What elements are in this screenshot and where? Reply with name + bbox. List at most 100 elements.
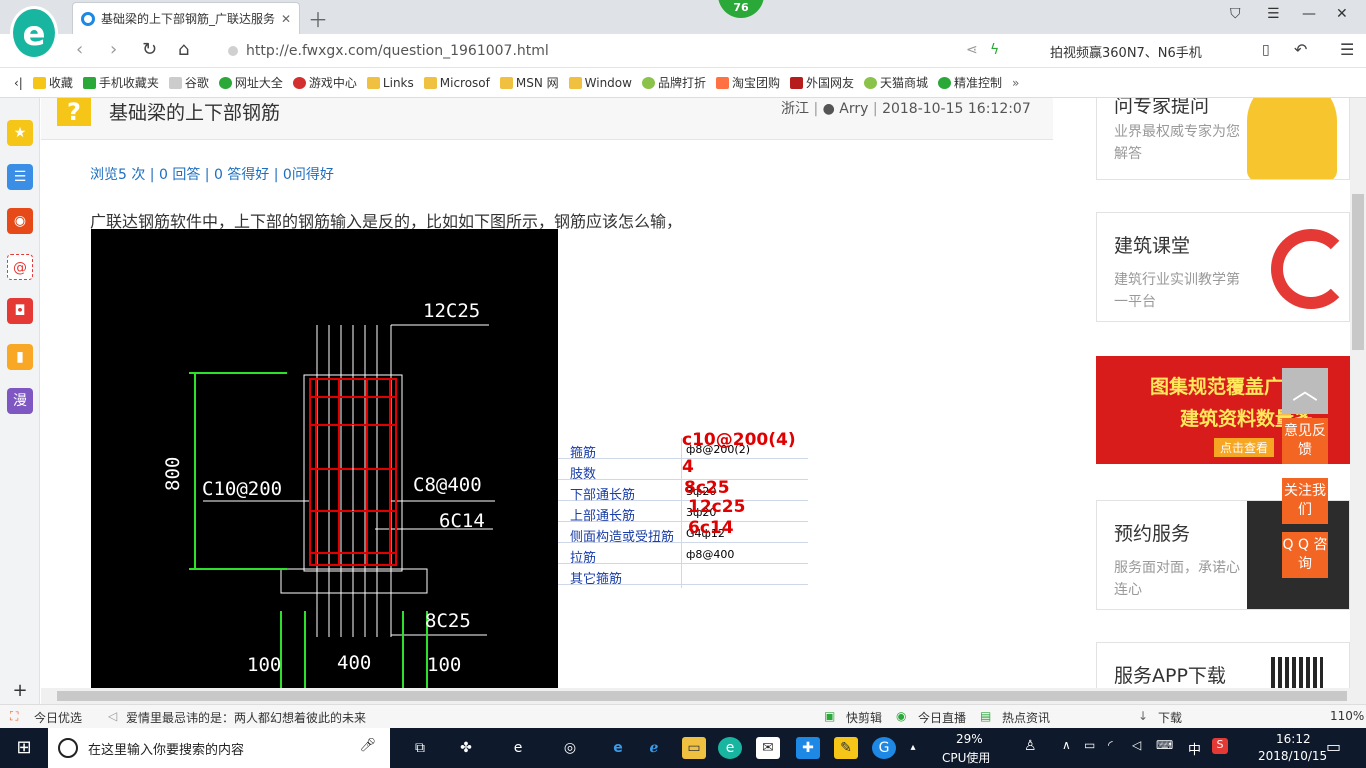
question-stats: 浏览5 次 | 0 回答 | 0 答得好 | 0问得好 xyxy=(90,167,334,183)
zoom-level[interactable]: 110% xyxy=(1330,709,1364,723)
downloads[interactable]: 下载 xyxy=(1158,709,1182,726)
plus-app-icon[interactable]: ✚ xyxy=(796,737,820,759)
edge-icon[interactable]: e xyxy=(606,737,630,759)
card-construction-class[interactable]: 建筑课堂 建筑行业实训教学第一平台 xyxy=(1096,212,1350,322)
badge-count[interactable]: 76 xyxy=(718,0,764,18)
back-to-top-icon[interactable]: ︿ xyxy=(1282,368,1328,414)
windows-taskbar: ⊞ 在这里输入你要搜索的内容 🎤︎ ⧉ ✤ e ◎ e ℯ ▭ e ✉ ✚ ✎ … xyxy=(0,728,1366,768)
browser-taskbar-icon[interactable]: e xyxy=(718,737,742,759)
qq-button[interactable]: Q Q 咨询 xyxy=(1282,532,1328,578)
hot-news[interactable]: 热点资讯 xyxy=(1002,709,1050,726)
card-ask-expert[interactable]: 问专家提问 业界最权威专家为您解答 xyxy=(1096,98,1350,180)
bookmark-item[interactable]: 收藏 xyxy=(32,74,73,91)
download-icon: ↓ xyxy=(1138,709,1149,723)
favorites-star-icon[interactable]: ★ xyxy=(7,120,33,146)
keyboard-icon[interactable]: ⌨ xyxy=(1156,738,1173,752)
table-row: 肢数 4 xyxy=(558,457,808,482)
bookmark-item[interactable]: 品牌打折 xyxy=(641,74,706,91)
cpu-label: CPU使用 xyxy=(942,751,991,765)
close-tab-icon[interactable]: ✕ xyxy=(281,12,291,26)
mail-icon[interactable]: @ xyxy=(7,254,33,280)
status-bar: ⛶ 今日优选 ◁ 爱情里最忌讳的是：两人都幻想着彼此的未来 ▣ 快剪辑 ◉ 今日… xyxy=(0,704,1366,728)
vertical-scroll-thumb[interactable] xyxy=(1352,194,1364,350)
minimize-icon[interactable]: — xyxy=(1302,6,1316,22)
taskbar-scroll-icon[interactable]: ▴ xyxy=(906,737,920,759)
url-input[interactable]: http://e.fwxgx.com/question_1961007.html xyxy=(222,40,1002,62)
bookmark-item[interactable]: 游戏中心 xyxy=(292,74,357,91)
tray-up-icon[interactable]: ∧ xyxy=(1062,738,1071,752)
card-app-download[interactable]: 服务APP下载 xyxy=(1096,642,1350,688)
add-icon[interactable]: + xyxy=(7,678,33,704)
bookmark-item[interactable]: 淘宝团购 xyxy=(715,74,780,91)
ie-icon[interactable]: ℯ xyxy=(642,737,666,759)
forward-icon[interactable]: › xyxy=(110,39,117,60)
refresh-icon[interactable]: ↻ xyxy=(142,39,157,60)
chrome-like-icon[interactable]: ◎ xyxy=(558,737,582,759)
gamepad-icon[interactable]: ◘ xyxy=(7,298,33,324)
quick-edit[interactable]: 快剪辑 xyxy=(846,709,882,726)
promo-button[interactable]: 点击查看 xyxy=(1214,438,1275,457)
taskbar-search-input[interactable]: 在这里输入你要搜索的内容 🎤︎ xyxy=(48,728,390,768)
windows-start-icon[interactable]: ⊞ xyxy=(12,737,36,759)
undo-icon[interactable]: ↶ xyxy=(1294,40,1307,59)
news-icon[interactable]: ☰ xyxy=(7,164,33,190)
collapse-icon[interactable]: ‹| xyxy=(14,76,23,90)
horizontal-scrollbar[interactable] xyxy=(41,688,1366,704)
bookmark-item[interactable]: 精准控制 xyxy=(938,74,1002,91)
microphone-icon[interactable]: 🎤︎ xyxy=(359,738,376,753)
more-bookmarks-icon[interactable]: » xyxy=(1012,76,1019,90)
new-tab-icon[interactable]: ＋ xyxy=(308,4,328,33)
bookmark-item[interactable]: Window xyxy=(568,76,632,90)
follow-button[interactable]: 关注我们 xyxy=(1282,478,1328,524)
bookmark-item[interactable]: 外国网友 xyxy=(790,74,854,91)
pinwheel-icon[interactable]: ✤ xyxy=(454,737,478,759)
clock-time[interactable]: 16:12 xyxy=(1276,732,1311,746)
more-icon[interactable]: ☰ xyxy=(1340,40,1354,59)
news-icon: ◁ xyxy=(108,709,118,723)
page-icon xyxy=(168,76,182,89)
feedback-button[interactable]: 意见反馈 xyxy=(1282,418,1328,464)
author[interactable]: Arry xyxy=(839,101,868,117)
label-top-bars: 12C25 xyxy=(423,300,480,322)
menu-icon[interactable]: ☰ xyxy=(1267,6,1280,22)
ime-indicator[interactable]: 中 xyxy=(1188,739,1201,758)
volume-icon[interactable]: ◁ xyxy=(1132,738,1141,752)
bookmark-item[interactable]: 谷歌 xyxy=(168,74,209,91)
lightning-icon[interactable]: ϟ xyxy=(990,42,999,58)
taobao-icon xyxy=(715,76,729,89)
phone-icon[interactable]: ▯ xyxy=(1262,42,1270,58)
bookmark-item[interactable]: MSN 网 xyxy=(499,74,559,91)
g-app-icon[interactable]: G xyxy=(872,737,896,759)
search-input[interactable]: 拍视频赢360N7、N6手机 xyxy=(1050,42,1202,61)
back-icon[interactable]: ‹ xyxy=(76,39,83,60)
bookmark-item[interactable]: Microsof xyxy=(423,76,490,90)
vertical-scrollbar[interactable] xyxy=(1350,98,1366,688)
wifi-icon[interactable]: ◜ xyxy=(1108,738,1113,752)
people-icon[interactable]: ♙ xyxy=(1024,738,1037,754)
close-window-icon[interactable]: ✕ xyxy=(1336,6,1348,22)
weibo-icon[interactable]: ◉ xyxy=(7,208,33,234)
ie-browser-icon[interactable]: e xyxy=(506,737,530,759)
news-ticker[interactable]: 爱情里最忌讳的是：两人都幻想着彼此的未来 xyxy=(126,709,366,726)
file-explorer-icon[interactable]: ▭ xyxy=(682,737,706,759)
mail-taskbar-icon[interactable]: ✉ xyxy=(756,737,780,759)
horizontal-scroll-thumb[interactable] xyxy=(57,691,1347,701)
shirt-icon[interactable]: ⛉ xyxy=(1230,6,1241,22)
today-live[interactable]: 今日直播 xyxy=(918,709,966,726)
battery-icon[interactable]: ▭ xyxy=(1084,738,1095,752)
today-picks[interactable]: 今日优选 xyxy=(34,709,82,726)
comic-icon[interactable]: 漫 xyxy=(7,388,33,414)
share-icon[interactable]: ⋖ xyxy=(966,42,978,58)
browser-tab[interactable]: 基础梁的上下部钢筋_广联达服务 ✕ xyxy=(72,2,300,34)
bookmark-item[interactable]: Links xyxy=(366,76,414,90)
bookmark-item[interactable]: 网址大全 xyxy=(218,74,283,91)
bookmark-item[interactable]: 天猫商城 xyxy=(864,74,928,91)
clock-date[interactable]: 2018/10/15 xyxy=(1258,749,1327,763)
sogou-icon[interactable]: S xyxy=(1212,738,1228,754)
notification-icon[interactable]: ▭ xyxy=(1326,737,1341,756)
notes-icon[interactable]: ✎ xyxy=(834,737,858,759)
task-view-icon[interactable]: ⧉ xyxy=(408,737,432,759)
home-icon[interactable]: ⌂ xyxy=(178,39,189,60)
book-icon[interactable]: ▮ xyxy=(7,344,33,370)
bookmark-item[interactable]: 手机收藏夹 xyxy=(82,74,159,91)
